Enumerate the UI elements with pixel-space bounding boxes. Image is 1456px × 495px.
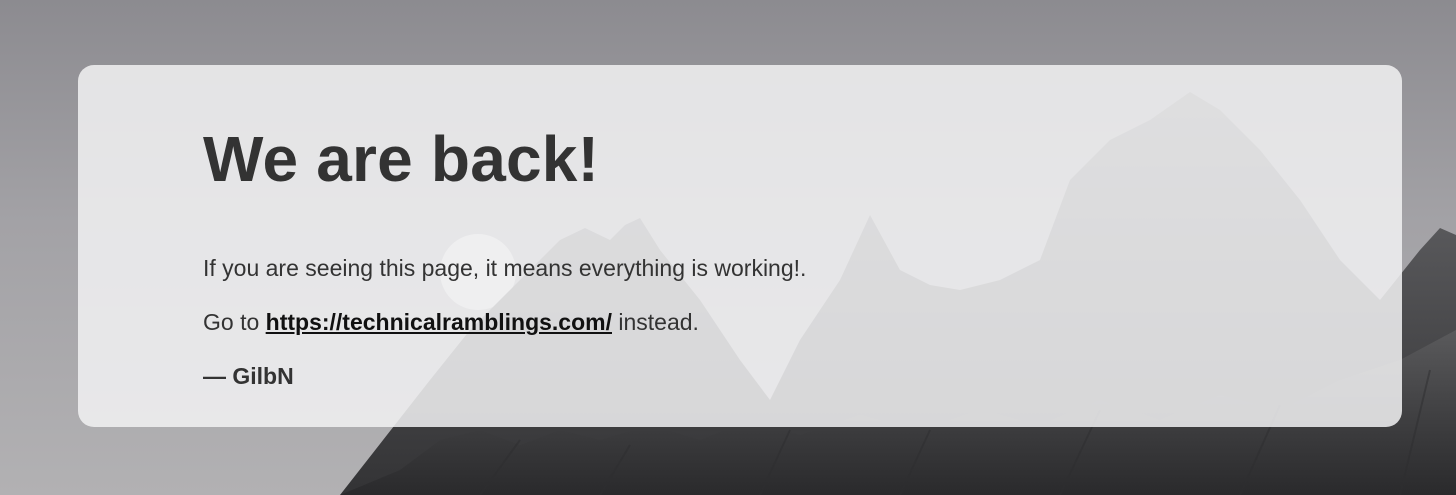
redirect-link[interactable]: https://technicalramblings.com/ xyxy=(266,309,612,335)
page-title: We are back! xyxy=(203,123,600,195)
redirect-suffix: instead. xyxy=(612,309,699,335)
signature: — GilbN xyxy=(203,363,294,389)
message-card: We are back! If you are seeing this page… xyxy=(78,65,1402,427)
redirect-prefix: Go to xyxy=(203,309,266,335)
status-message: If you are seeing this page, it means ev… xyxy=(203,255,807,281)
message-content: We are back! If you are seeing this page… xyxy=(203,123,806,391)
redirect-message: Go to https://technicalramblings.com/ in… xyxy=(203,307,806,337)
